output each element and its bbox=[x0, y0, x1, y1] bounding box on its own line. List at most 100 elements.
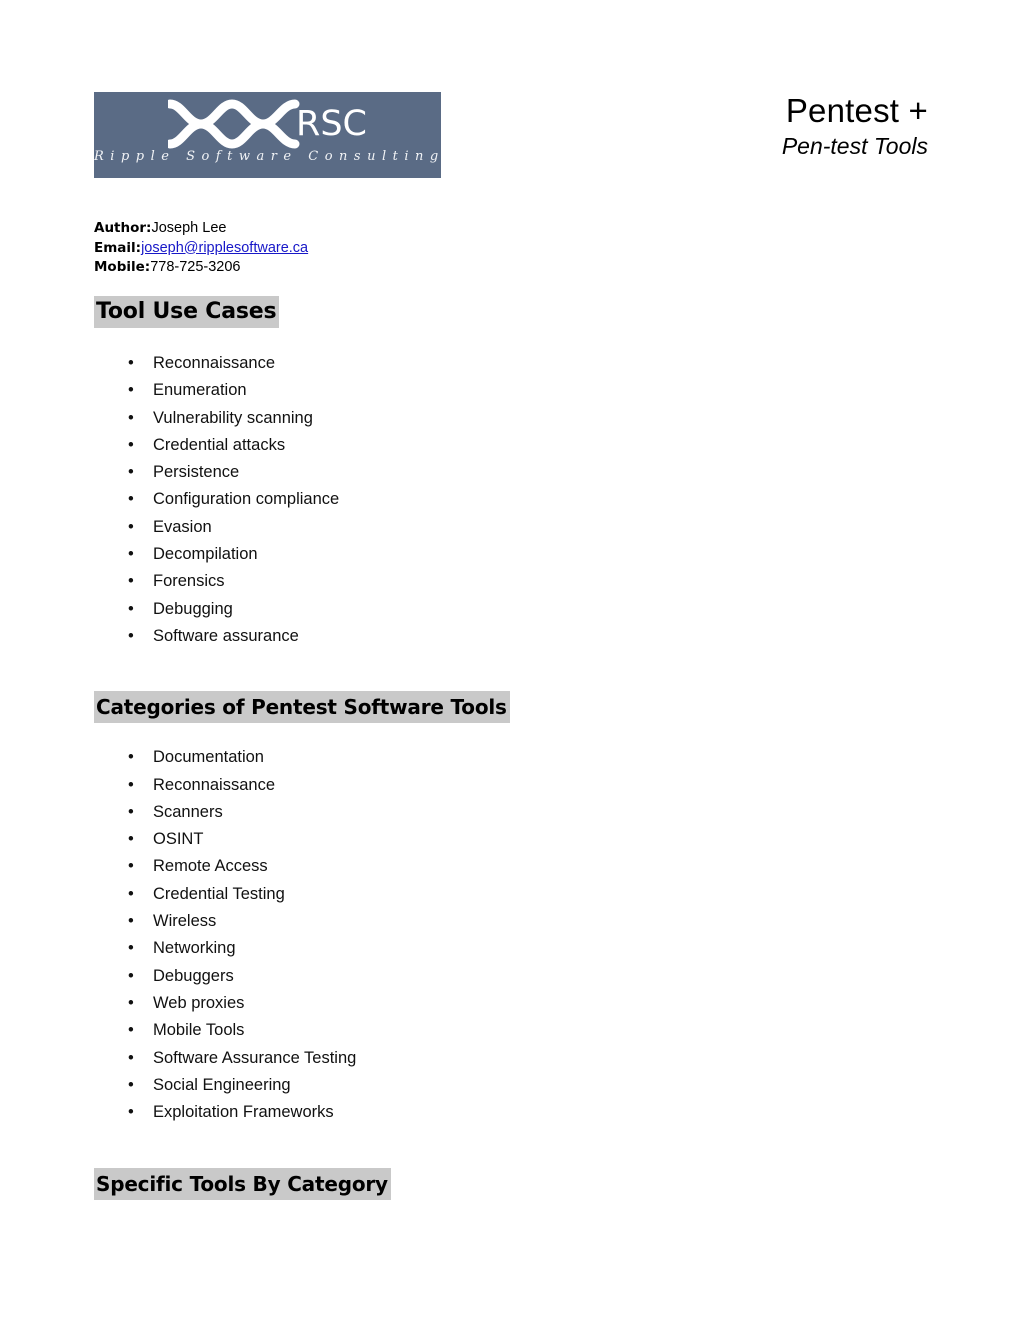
list-item-label: Networking bbox=[153, 939, 236, 958]
bullet-icon: • bbox=[128, 599, 134, 618]
list-item: • Software assurance bbox=[94, 623, 924, 650]
meta-row-mobile: Mobile:778-725-3206 bbox=[94, 258, 308, 278]
bullet-icon: • bbox=[128, 490, 134, 509]
list-item-label: Reconnaissance bbox=[153, 354, 275, 372]
bullet-icon: • bbox=[128, 626, 134, 645]
list-item-label: Scanners bbox=[153, 802, 223, 821]
email-label: Email: bbox=[94, 239, 142, 256]
bullet-icon: • bbox=[128, 1103, 134, 1122]
bullet-icon: • bbox=[128, 857, 134, 876]
document-header: RSC Ripple Software Consulting Pentest +… bbox=[0, 0, 1020, 178]
author-label: Author: bbox=[94, 220, 152, 236]
list-item-label: OSINT bbox=[153, 830, 204, 849]
meta-row-author: Author:Joseph Lee bbox=[94, 219, 308, 239]
bullet-icon: • bbox=[128, 939, 134, 958]
bullet-icon: • bbox=[128, 1048, 134, 1067]
mobile-value: 778-725-3206 bbox=[150, 259, 241, 275]
mobile-label: Mobile: bbox=[94, 259, 151, 275]
bullet-icon: • bbox=[128, 381, 134, 400]
bullet-icon: • bbox=[128, 463, 134, 482]
logo-wordmark: RSC bbox=[296, 104, 367, 144]
list-item: • Networking bbox=[94, 935, 924, 962]
list-item-label: Persistence bbox=[153, 463, 240, 482]
title-block: Pentest + Pen-test Tools bbox=[498, 92, 928, 162]
meta-row-email: Email:joseph@ripplesoftware.ca bbox=[94, 239, 308, 259]
section-specific-tools: Specific Tools By Category bbox=[94, 1168, 924, 1201]
bullet-icon: • bbox=[128, 545, 134, 564]
bullet-icon: • bbox=[128, 354, 134, 372]
list-item: • Debugging bbox=[94, 596, 924, 623]
bullet-icon: • bbox=[128, 966, 134, 985]
list-item-label: Configuration compliance bbox=[153, 490, 340, 509]
heading-categories: Categories of Pentest Software Tools bbox=[94, 691, 510, 724]
list-item: • Configuration compliance bbox=[94, 486, 924, 513]
list-item: • Evasion bbox=[94, 514, 924, 541]
list-item-label: Software assurance bbox=[153, 626, 299, 645]
list-item: • Enumeration bbox=[94, 377, 924, 404]
list-item: • Documentation bbox=[94, 744, 924, 771]
list-item: • Credential Testing bbox=[94, 881, 924, 908]
list-item: • Reconnaissance bbox=[94, 350, 924, 377]
bullet-icon: • bbox=[128, 802, 134, 821]
bullet-icon: • bbox=[128, 572, 134, 591]
list-item: • Software Assurance Testing bbox=[94, 1045, 924, 1072]
list-item: • Persistence bbox=[94, 459, 924, 486]
author-value: Joseph Lee bbox=[151, 220, 227, 236]
logo-mark-row: RSC bbox=[94, 96, 441, 152]
list-item: • Reconnaissance bbox=[94, 772, 924, 799]
bullet-icon: • bbox=[128, 1021, 134, 1040]
heading-tool-use-cases: Tool Use Cases bbox=[94, 296, 280, 328]
bullet-icon: • bbox=[128, 830, 134, 849]
bullet-icon: • bbox=[128, 748, 134, 767]
list-item-label: Exploitation Frameworks bbox=[153, 1103, 334, 1122]
list-item-label: Software Assurance Testing bbox=[153, 1048, 357, 1067]
company-logo: RSC Ripple Software Consulting bbox=[94, 92, 441, 178]
list-item: • Remote Access bbox=[94, 853, 924, 880]
bullet-icon: • bbox=[128, 517, 134, 536]
bullet-icon: • bbox=[128, 435, 134, 454]
list-item: • OSINT bbox=[94, 826, 924, 853]
categories-list: • Documentation • Reconnaissance • Scanners… bbox=[94, 744, 924, 1126]
list-item-label: Web proxies bbox=[153, 993, 245, 1012]
section-categories: Categories of Pentest Software Tools bbox=[94, 691, 924, 724]
list-item: • Debuggers bbox=[94, 963, 924, 990]
list-item: • Forensics bbox=[94, 568, 924, 595]
list-item-label: Remote Access bbox=[153, 857, 268, 876]
bullet-icon: • bbox=[128, 884, 134, 903]
list-item-label: Credential attacks bbox=[153, 435, 286, 454]
bullet-icon: • bbox=[128, 1075, 134, 1094]
email-link[interactable]: joseph@ripplesoftware.ca bbox=[141, 240, 308, 256]
bullet-icon: • bbox=[128, 408, 134, 427]
list-item: • Credential attacks bbox=[94, 432, 924, 459]
tool-use-cases-list: • Reconnaissance • Enumeration • Vulnerabil… bbox=[94, 350, 924, 650]
list-item: • Vulnerability scanning bbox=[94, 405, 924, 432]
bullet-icon: • bbox=[128, 912, 134, 931]
list-item: • Mobile Tools bbox=[94, 1017, 924, 1044]
list-item: • Wireless bbox=[94, 908, 924, 935]
bullet-icon: • bbox=[128, 993, 134, 1012]
list-item-label: Vulnerability scanning bbox=[153, 408, 313, 427]
list-item-label: Social Engineering bbox=[153, 1075, 291, 1094]
list-item-label: Evasion bbox=[153, 517, 212, 536]
list-item: • Exploitation Frameworks bbox=[94, 1099, 924, 1126]
bullet-icon: • bbox=[128, 775, 134, 794]
list-item-label: Debugging bbox=[153, 599, 233, 618]
page-title: Pentest + bbox=[785, 92, 928, 129]
logo-tagline: Ripple Software Consulting bbox=[94, 149, 441, 164]
page-subtitle: Pen-test Tools bbox=[781, 132, 928, 159]
list-item-label: Reconnaissance bbox=[153, 775, 275, 794]
heading-specific-tools: Specific Tools By Category bbox=[94, 1168, 391, 1201]
list-item: • Decompilation bbox=[94, 541, 924, 568]
list-item-label: Forensics bbox=[153, 572, 225, 591]
list-item-label: Debuggers bbox=[153, 966, 234, 985]
list-item: • Social Engineering bbox=[94, 1072, 924, 1099]
document-body: Tool Use Cases • Reconnaissance • Enumerat… bbox=[94, 296, 924, 1201]
list-item-label: Documentation bbox=[153, 748, 264, 767]
list-item-label: Wireless bbox=[153, 912, 217, 931]
list-item-label: Enumeration bbox=[153, 381, 247, 400]
author-meta-block: Author:Joseph Lee Email:joseph@ripplesof… bbox=[94, 219, 308, 278]
list-item-label: Mobile Tools bbox=[153, 1021, 245, 1040]
section-tool-use-cases: Tool Use Cases bbox=[94, 296, 924, 328]
list-item-label: Decompilation bbox=[153, 545, 258, 564]
list-item: • Scanners bbox=[94, 799, 924, 826]
